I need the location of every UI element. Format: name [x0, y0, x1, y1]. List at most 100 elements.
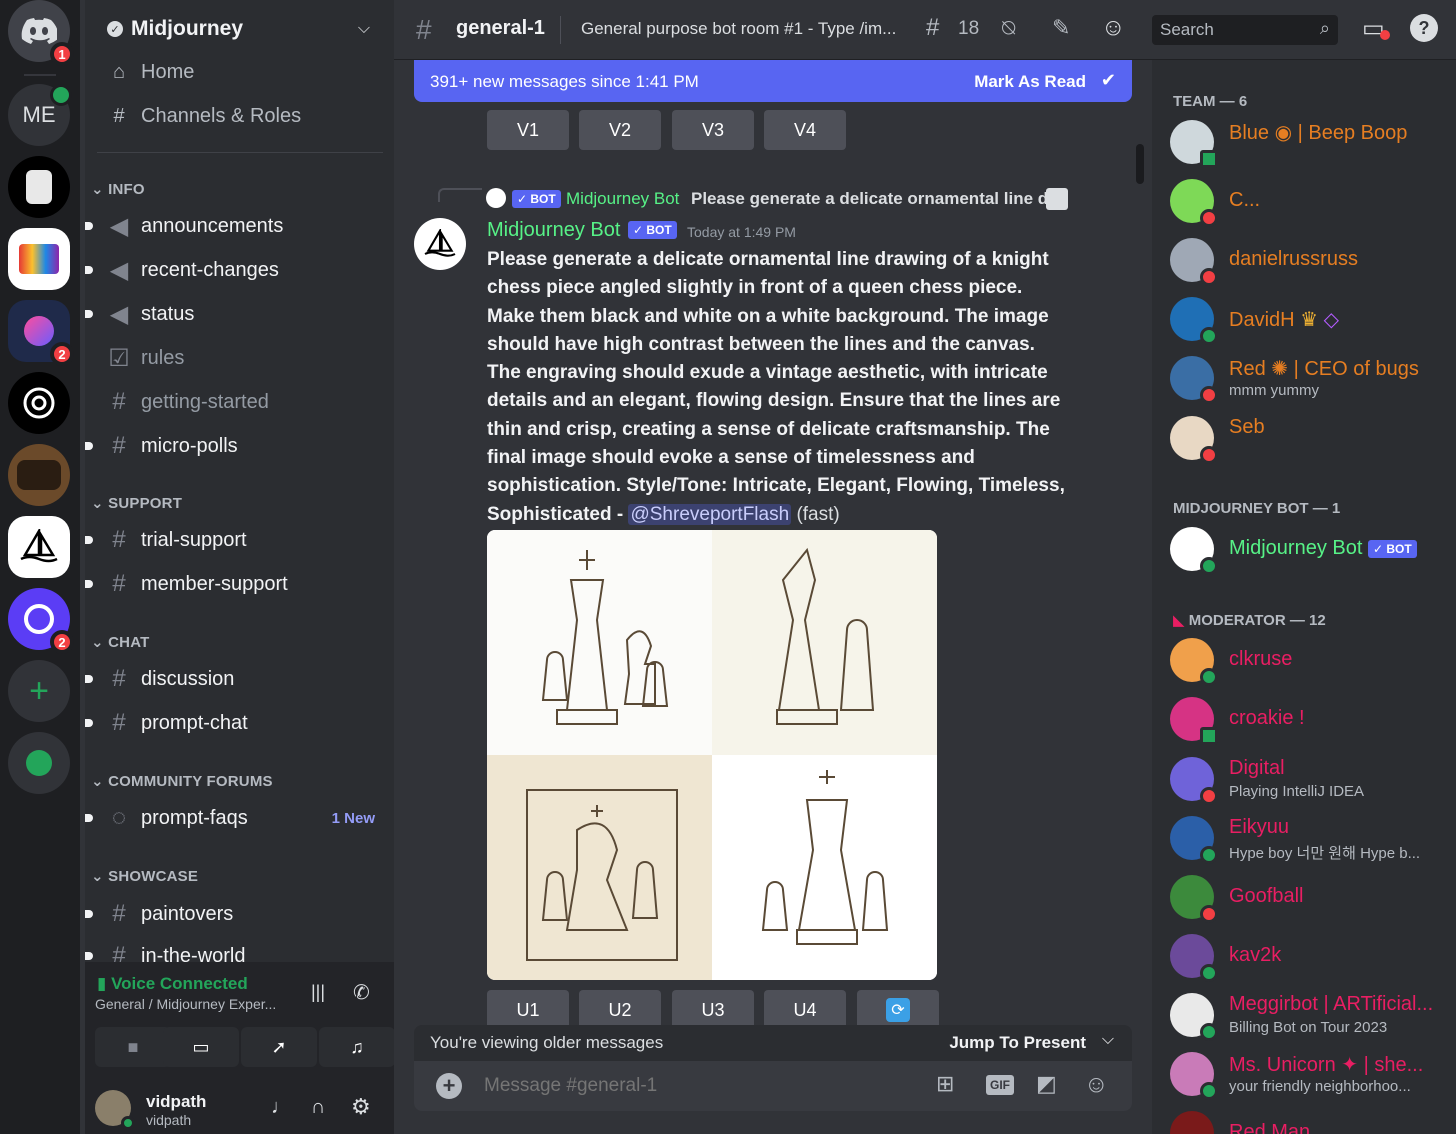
- home-button[interactable]: 1: [8, 0, 74, 66]
- message-input[interactable]: [484, 1069, 924, 1103]
- online-status-icon: [1200, 1023, 1218, 1041]
- channel-prompt-faqs[interactable]: ◌ prompt-faqs 1 New: [85, 798, 387, 838]
- member-goofball[interactable]: Goofball: [1170, 869, 1450, 925]
- upscale-1-button[interactable]: U1: [487, 990, 569, 1030]
- activity-button[interactable]: ➚: [241, 1027, 317, 1067]
- upscale-3-button[interactable]: U3: [672, 990, 754, 1030]
- server-relay[interactable]: 2: [8, 588, 74, 654]
- headphones-icon[interactable]: ∩: [311, 1096, 325, 1119]
- category-showcase[interactable]: ⌄ SHOWCASE: [91, 867, 198, 885]
- member-danielrussruss[interactable]: danielrussruss: [1170, 232, 1450, 288]
- nav-channels-label: Channels & Roles: [141, 104, 302, 127]
- server-crayon[interactable]: [8, 228, 70, 290]
- camera-button[interactable]: ■: [95, 1027, 171, 1067]
- channel-trial-support[interactable]: # trial-support: [85, 520, 387, 560]
- settings-gear-icon[interactable]: ⚙: [351, 1094, 371, 1120]
- member-ms-unicorn[interactable]: Ms. Unicorn ✦ | she... your friendly neig…: [1170, 1046, 1450, 1102]
- jump-to-present-button[interactable]: Jump To Present: [949, 1033, 1086, 1053]
- avatar[interactable]: [414, 218, 466, 270]
- noise-suppression-icon[interactable]: |||: [311, 982, 325, 1003]
- pin-icon[interactable]: ✎: [1052, 15, 1070, 41]
- member-digital[interactable]: Digital Playing IntelliJ IDEA: [1170, 751, 1450, 807]
- channel-status[interactable]: ◀ status: [85, 294, 387, 334]
- channel-rules[interactable]: ☑ rules: [107, 338, 387, 378]
- server-midjourney[interactable]: [8, 516, 70, 578]
- gift-icon[interactable]: ⊞: [936, 1071, 954, 1097]
- member-list-icon[interactable]: ☺: [1101, 14, 1126, 42]
- voice-status[interactable]: ▮ Voice Connected: [97, 974, 248, 994]
- category-community-forums[interactable]: ⌄ COMMUNITY FORUMS: [91, 772, 273, 790]
- variation-3-button[interactable]: V3: [672, 110, 754, 150]
- member-midjourney-bot[interactable]: Midjourney Bot ✓ BOT: [1170, 521, 1450, 577]
- explore-button[interactable]: [8, 732, 70, 794]
- add-server-button[interactable]: +: [8, 660, 70, 722]
- server-me[interactable]: ME: [8, 84, 72, 146]
- reply-preview[interactable]: Please generate a delicate ornamental li…: [691, 189, 1048, 209]
- message-composer: + ⊞ GIF ◩ ☺: [414, 1061, 1132, 1111]
- upscale-4-button[interactable]: U4: [764, 990, 846, 1030]
- channel-member-support[interactable]: # member-support: [85, 564, 387, 604]
- channel-prompt-chat[interactable]: # prompt-chat: [85, 703, 387, 743]
- username[interactable]: vidpath: [146, 1092, 206, 1112]
- member-seb[interactable]: Seb: [1170, 410, 1450, 466]
- member-kav2k[interactable]: kav2k: [1170, 928, 1450, 984]
- channel-recent-changes[interactable]: ◀ recent-changes: [85, 250, 387, 290]
- member-davidh[interactable]: DavidH ♛ ◇: [1170, 291, 1450, 347]
- help-icon[interactable]: ?: [1410, 14, 1438, 42]
- upscale-2-button[interactable]: U2: [579, 990, 661, 1030]
- mark-as-read-button[interactable]: Mark As Read: [974, 72, 1086, 92]
- reply-author[interactable]: Midjourney Bot: [566, 189, 679, 209]
- disconnect-icon[interactable]: ✆: [353, 980, 370, 1005]
- role-header-team: TEAM — 6: [1173, 93, 1248, 110]
- user-mention[interactable]: @ShreveportFlash: [628, 503, 792, 525]
- scrollbar-thumb[interactable]: [1136, 144, 1144, 184]
- variation-2-button[interactable]: V2: [579, 110, 661, 150]
- unread-badge: 2: [50, 630, 74, 654]
- member-blue[interactable]: Blue ◉ | Beep Boop: [1170, 114, 1450, 170]
- channel-announcements[interactable]: ◀ announcements: [85, 206, 387, 246]
- member-eikyuu[interactable]: Eikyuu Hype boy 너만 원해 Hype b...: [1170, 810, 1450, 866]
- channel-discussion[interactable]: # discussion: [85, 659, 387, 699]
- channel-micro-polls[interactable]: # micro-polls: [85, 426, 387, 466]
- new-messages-banner[interactable]: 391+ new messages since 1:41 PM Mark As …: [414, 60, 1132, 102]
- server-cats[interactable]: [8, 444, 70, 506]
- camera-icon: ■: [127, 1036, 139, 1057]
- screen-share-button[interactable]: ▭: [163, 1027, 239, 1067]
- channel-topic[interactable]: General purpose bot room #1 - Type /im..…: [581, 19, 896, 39]
- checkbox-icon: ☑: [108, 344, 130, 372]
- nav-channels-roles[interactable]: # Channels & Roles: [107, 104, 301, 128]
- sticker-icon[interactable]: ◩: [1036, 1071, 1057, 1097]
- search-input[interactable]: Search ⌕: [1152, 15, 1338, 45]
- server-openai[interactable]: [8, 372, 70, 434]
- category-chat[interactable]: ⌄ CHAT: [91, 633, 150, 651]
- server-art[interactable]: 2: [8, 300, 74, 366]
- server-robot[interactable]: [8, 156, 70, 218]
- member-red-man[interactable]: Red Man: [1170, 1105, 1450, 1134]
- microphone-icon[interactable]: ♩: [271, 1096, 291, 1119]
- attach-plus-icon[interactable]: +: [436, 1073, 462, 1099]
- emoji-icon[interactable]: ☺: [1084, 1071, 1109, 1099]
- category-support[interactable]: ⌄ SUPPORT: [91, 494, 182, 512]
- category-info[interactable]: ⌄ INFO: [91, 180, 145, 198]
- member-meggirbot[interactable]: Meggirbot | ARTificial... Billing Bot on …: [1170, 987, 1450, 1043]
- generated-image-grid[interactable]: [487, 530, 937, 980]
- member-red[interactable]: Red ✺ | CEO of bugs mmm yummy: [1170, 350, 1450, 406]
- gif-button[interactable]: GIF: [986, 1075, 1014, 1095]
- member-croakie[interactable]: croakie !: [1170, 691, 1450, 747]
- voice-location[interactable]: General / Midjourney Exper...: [95, 996, 276, 1012]
- soundboard-button[interactable]: ♫: [319, 1027, 394, 1067]
- category-label: INFO: [108, 181, 145, 198]
- channel-paintovers[interactable]: # paintovers: [85, 894, 387, 934]
- channel-getting-started[interactable]: # getting-started: [107, 382, 387, 422]
- server-header[interactable]: ✓ Midjourney ⌵: [85, 0, 394, 58]
- variation-1-button[interactable]: V1: [487, 110, 569, 150]
- nav-home[interactable]: ⌂ Home: [107, 60, 194, 84]
- threads-icon[interactable]: #: [926, 14, 939, 42]
- member-c[interactable]: C...: [1170, 173, 1450, 229]
- variation-4-button[interactable]: V4: [764, 110, 846, 150]
- member-clkruse[interactable]: clkruse: [1170, 632, 1450, 688]
- notification-muted-icon[interactable]: ⍉: [1002, 15, 1015, 41]
- message-author[interactable]: Midjourney Bot: [487, 219, 620, 242]
- hash-icon: #: [112, 526, 126, 553]
- reroll-button[interactable]: ⟳: [857, 990, 939, 1030]
